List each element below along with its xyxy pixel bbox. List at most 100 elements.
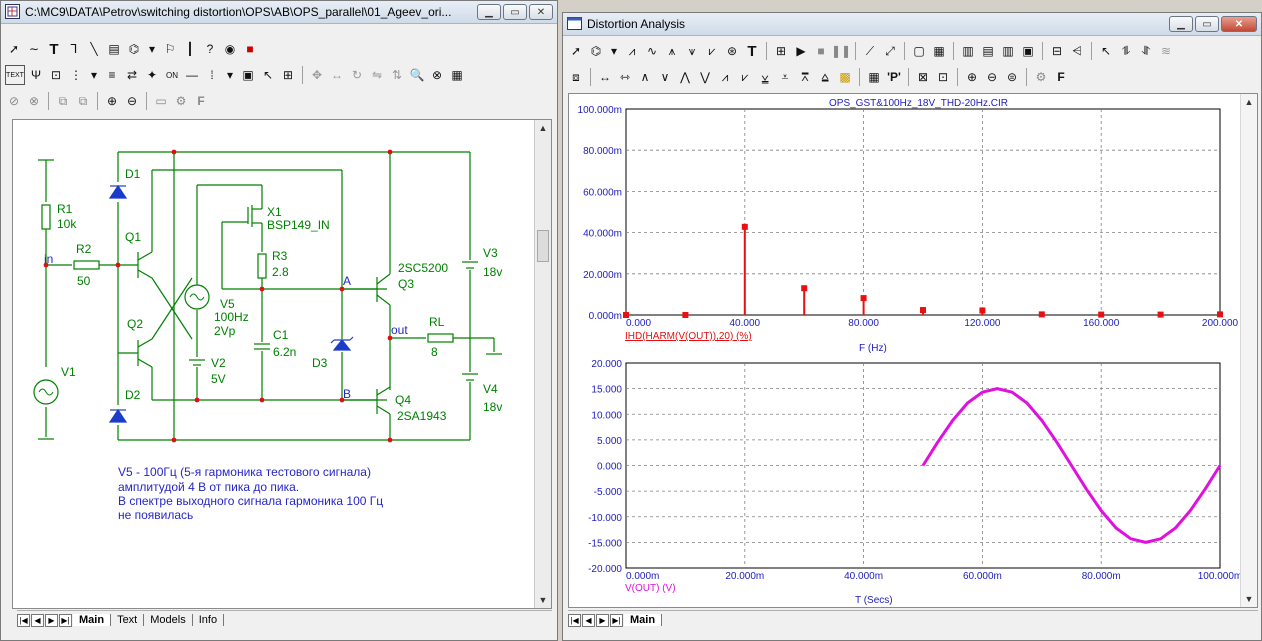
plot-vertical-scrollbar[interactable]: ▲ ▼ bbox=[1240, 94, 1257, 607]
next-cursor-icon[interactable]: ↔ bbox=[596, 68, 614, 86]
tab-main[interactable]: Main bbox=[73, 614, 112, 626]
data-point-icon[interactable]: ⩠ bbox=[816, 68, 834, 86]
analysis-tab-main[interactable]: Main bbox=[624, 614, 663, 626]
plot-canvas[interactable]: OPS_GST&100Hz_18V_THD-20Hz.CIR 0.000 40.0… bbox=[568, 93, 1258, 608]
global-high-icon[interactable]: ⩘ bbox=[716, 68, 734, 86]
analysis-close-button[interactable]: ✕ bbox=[1221, 16, 1257, 32]
analysis-maximize-button[interactable]: ▭ bbox=[1195, 16, 1219, 32]
analysis-minimize-button[interactable]: ▁ bbox=[1169, 16, 1193, 32]
peak-icon[interactable]: ⩚ bbox=[663, 42, 681, 60]
cursor-mode-icon[interactable]: ⥯ bbox=[1137, 42, 1155, 60]
cursor-icon[interactable]: ↖ bbox=[259, 66, 277, 84]
find-icon[interactable]: 🔍 bbox=[408, 66, 426, 84]
grid-major-icon[interactable]: ▤ bbox=[979, 42, 997, 60]
zoom-out-icon[interactable]: ⊖ bbox=[123, 92, 141, 110]
stop-run-icon[interactable]: ■ bbox=[812, 42, 830, 60]
minimize-button[interactable]: ▁ bbox=[477, 4, 501, 20]
last-page-icon[interactable]: ▶| bbox=[59, 613, 72, 627]
wire-wave-icon[interactable]: ∼ bbox=[25, 40, 43, 58]
tab-models[interactable]: Models bbox=[144, 614, 193, 626]
cancel-icon[interactable]: ⊗ bbox=[25, 92, 43, 110]
valley-icon[interactable]: ⩛ bbox=[683, 42, 701, 60]
grid-icon[interactable]: ⋮ bbox=[67, 66, 85, 84]
inflection-icon[interactable]: ⊛ bbox=[723, 42, 741, 60]
grid-dots-icon[interactable]: ▥ bbox=[999, 42, 1017, 60]
cursor-tag-icon[interactable]: ⩤ bbox=[1068, 42, 1086, 60]
schematic-titlebar[interactable]: C:\MC9\DATA\Petrov\switching distortion\… bbox=[1, 1, 557, 24]
settings-icon[interactable]: ⚙ bbox=[172, 92, 190, 110]
plot-frame-icon[interactable]: ▢ bbox=[910, 42, 928, 60]
pin-connections-icon[interactable]: ⊡ bbox=[47, 66, 65, 84]
probe-icon[interactable]: ✦ bbox=[143, 66, 161, 84]
rubberband-icon[interactable]: ≡ bbox=[103, 66, 121, 84]
analysis-zoom-out-icon[interactable]: ⊖ bbox=[983, 68, 1001, 86]
analysis-first-icon[interactable]: |◀ bbox=[568, 613, 581, 627]
separate-plots-icon[interactable]: ⊟ bbox=[1048, 42, 1066, 60]
first-page-icon[interactable]: |◀ bbox=[17, 613, 30, 627]
maximize-button[interactable]: ▭ bbox=[503, 4, 527, 20]
next-peak-icon[interactable]: ∧ bbox=[636, 68, 654, 86]
top-icon[interactable]: ⩣ bbox=[756, 68, 774, 86]
paste-icon[interactable]: ⧉ bbox=[74, 92, 92, 110]
warning-icon[interactable]: ⊘ bbox=[5, 92, 23, 110]
mirror-icon[interactable]: ⇋ bbox=[368, 66, 386, 84]
run-icon[interactable]: ▶ bbox=[792, 42, 810, 60]
scroll-down-icon[interactable]: ▼ bbox=[535, 592, 551, 608]
line-icon[interactable]: — bbox=[183, 66, 201, 84]
schematic-canvas[interactable]: R1 10k in R2 50 D1 D2 Q1 Q2 X1 BSP149_IN… bbox=[12, 119, 552, 609]
slope-icon[interactable]: ⩗ bbox=[703, 42, 721, 60]
flip-icon[interactable]: ↔ bbox=[328, 66, 346, 84]
line-slope-icon[interactable]: ⟋ bbox=[861, 42, 879, 60]
line-points-icon[interactable]: ⤢ bbox=[881, 42, 899, 60]
bottom-icon[interactable]: ⩡ bbox=[776, 68, 794, 86]
help-icon[interactable]: ? bbox=[201, 40, 219, 58]
scale-icon[interactable]: ⩘ bbox=[623, 42, 641, 60]
cursor-wave-icon[interactable]: ≋ bbox=[1157, 42, 1175, 60]
diagonal-wire-icon[interactable]: ╲ bbox=[85, 40, 103, 58]
analysis-settings-icon[interactable]: ⚙ bbox=[1032, 68, 1050, 86]
rotate-icon[interactable]: ↻ bbox=[348, 66, 366, 84]
cursor-left-icon[interactable]: ↖ bbox=[1097, 42, 1115, 60]
prev-cursor-icon[interactable]: ⇿ bbox=[616, 68, 634, 86]
on-off-icon[interactable]: ON bbox=[163, 66, 181, 84]
close-button[interactable]: ✕ bbox=[529, 4, 553, 20]
analysis-text-icon[interactable]: T bbox=[743, 42, 761, 60]
plot-scroll-down-icon[interactable]: ▼ bbox=[1241, 591, 1257, 607]
next-low-icon[interactable]: ⋁ bbox=[696, 68, 714, 86]
text-tool-icon[interactable]: T bbox=[45, 40, 63, 58]
analysis-select-icon[interactable]: ➚ bbox=[567, 42, 585, 60]
wave-icon[interactable]: ∿ bbox=[643, 42, 661, 60]
text-mode-icon[interactable]: TEXT bbox=[5, 65, 25, 85]
slope-max-icon[interactable]: ⩞ bbox=[796, 68, 814, 86]
schematic-vertical-scrollbar[interactable]: ▲ ▼ bbox=[534, 120, 551, 608]
analysis-prev-icon[interactable]: ◀ bbox=[582, 613, 595, 627]
data-table-icon[interactable]: ▦ bbox=[865, 68, 883, 86]
binoculars-icon[interactable]: ⊗ bbox=[428, 66, 446, 84]
analysis-titlebar[interactable]: Distortion Analysis ▁ ▭ ✕ bbox=[563, 13, 1261, 36]
info-icon[interactable]: ▦ bbox=[448, 66, 466, 84]
prev-page-icon[interactable]: ◀ bbox=[31, 613, 44, 627]
note-icon[interactable]: ▤ bbox=[105, 40, 123, 58]
step-icon[interactable]: ⇅ bbox=[388, 66, 406, 84]
tab-text[interactable]: Text bbox=[111, 614, 145, 626]
zoom-in-icon[interactable]: ⊕ bbox=[103, 92, 121, 110]
move-icon[interactable]: ✥ bbox=[308, 66, 326, 84]
grid-minor-icon[interactable]: ▥ bbox=[959, 42, 977, 60]
node-numbers-icon[interactable]: Ψ bbox=[27, 66, 45, 84]
page-icon[interactable]: ▭ bbox=[152, 92, 170, 110]
pause-icon[interactable]: ❚❚ bbox=[831, 42, 851, 60]
analysis-next-icon[interactable]: ▶ bbox=[596, 613, 609, 627]
dotted-grid-icon[interactable]: ⁞ bbox=[203, 66, 221, 84]
tag-x-icon[interactable]: ⊠ bbox=[914, 68, 932, 86]
next-page-icon[interactable]: ▶ bbox=[45, 613, 58, 627]
analysis-zoom-fit-icon[interactable]: ⊜ bbox=[1003, 68, 1021, 86]
analysis-color-icon[interactable]: ▩ bbox=[836, 68, 854, 86]
plot-properties-icon[interactable]: ⧈ bbox=[567, 68, 585, 86]
globe-icon[interactable]: ◉ bbox=[221, 40, 239, 58]
dropdown-3-icon[interactable]: ▾ bbox=[223, 66, 237, 84]
analysis-properties-icon[interactable]: ⊞ bbox=[772, 42, 790, 60]
dropdown-2-icon[interactable]: ▾ bbox=[87, 66, 101, 84]
tag-y-icon[interactable]: ⊡ bbox=[934, 68, 952, 86]
analysis-last-icon[interactable]: ▶| bbox=[610, 613, 623, 627]
next-high-icon[interactable]: ⋀ bbox=[676, 68, 694, 86]
